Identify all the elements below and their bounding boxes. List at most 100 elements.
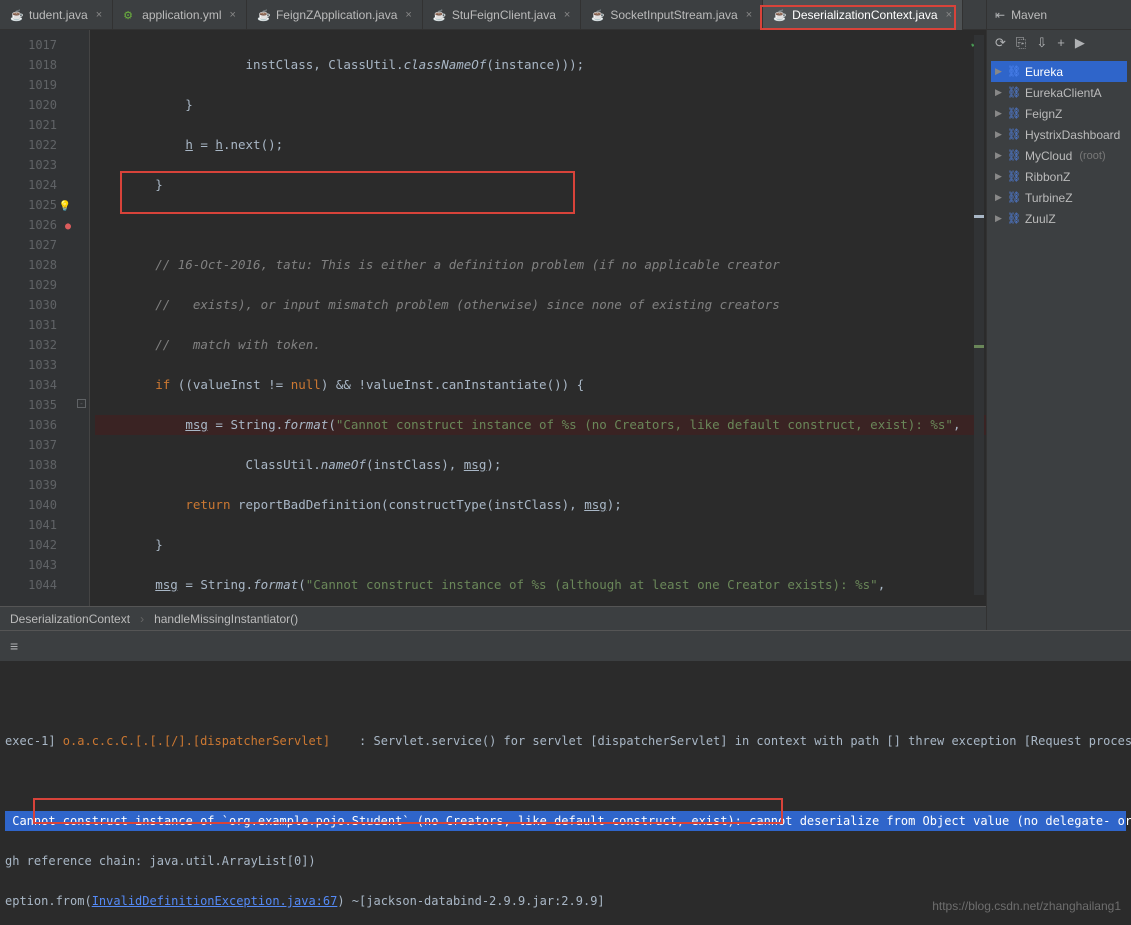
run-icon[interactable]: ▶ [1075, 35, 1085, 51]
line-number: 1031 [0, 315, 57, 335]
tree-item-turbinez[interactable]: ▶ ⛓ TurbineZ [991, 187, 1127, 208]
close-icon[interactable]: × [405, 9, 411, 21]
chevron-right-icon: ▶ [995, 129, 1003, 140]
close-icon[interactable]: × [230, 9, 236, 21]
console-panel: ≡ exec-1] o.a.c.c.C.[.[.[/].[dispatcherS… [0, 630, 1131, 925]
module-icon: ⛓ [1007, 128, 1021, 141]
tab-label: SocketInputStream.java [610, 8, 737, 22]
close-icon[interactable]: × [96, 9, 102, 21]
chevron-right-icon: › [140, 612, 144, 626]
tab-label: DeserializationContext.java [792, 8, 937, 22]
tab-socket-input-stream[interactable]: SocketInputStream.java × [581, 0, 763, 30]
tab-application-yml[interactable]: application.yml × [113, 0, 247, 30]
hide-icon[interactable]: ⇤ [995, 8, 1005, 22]
tree-item-ribbonz[interactable]: ▶⛓RibbonZ [991, 166, 1127, 187]
chevron-right-icon: ▶ [995, 66, 1003, 77]
module-icon: ⛓ [1007, 86, 1021, 99]
tab-feignz-application[interactable]: FeignZApplication.java × [247, 0, 423, 30]
module-icon: ⛓ [1007, 212, 1021, 225]
module-icon: ⛓ [1007, 65, 1021, 78]
panel-title: Maven [1011, 8, 1123, 22]
line-number: 1036 [0, 415, 57, 435]
tab-deserialization-context[interactable]: DeserializationContext.java × [763, 0, 963, 30]
tree-label: ZuulZ [1025, 212, 1056, 226]
line-number: 1027 [0, 235, 57, 255]
refresh-icon[interactable]: ⟳ [995, 35, 1006, 51]
line-number: 1021 [0, 115, 57, 135]
line-number: 1035 [0, 395, 57, 415]
close-icon[interactable]: × [746, 9, 752, 21]
line-number: 1038 [0, 455, 57, 475]
download-icon[interactable]: ⇩ [1036, 35, 1047, 51]
error-line: Cannot construct instance of `org.exampl… [5, 811, 1126, 831]
minimap[interactable] [974, 35, 984, 595]
fold-gutter: - [75, 30, 90, 606]
line-gutter: 1017 1018 1019 1020 1021 1022 1023 1024 … [0, 30, 75, 606]
chevron-right-icon: ▶ [995, 87, 1003, 98]
line-number: 1034 [0, 375, 57, 395]
breakpoint-icon[interactable]: ● [65, 217, 71, 237]
yml-icon [123, 8, 137, 22]
tab-stu-feign-client[interactable]: StuFeignClient.java × [423, 0, 582, 30]
tree-label: TurbineZ [1025, 191, 1073, 205]
menu-icon[interactable]: ≡ [10, 638, 18, 654]
tab-student[interactable]: tudent.java × [0, 0, 113, 30]
java-icon [591, 8, 605, 22]
tree-item-hystrix-dashboard[interactable]: ▶ ⛓ HystrixDashboard [991, 124, 1127, 145]
module-icon: ⛓ [1007, 191, 1021, 204]
tab-label: application.yml [142, 8, 221, 22]
tree-label: HystrixDashboard [1025, 128, 1120, 142]
java-icon [257, 8, 271, 22]
tree-item-feignz[interactable]: ▶ ⛓ FeignZ [991, 103, 1127, 124]
line-number: 1044 [0, 575, 57, 595]
maven-toolbar: ⟳ ⎘ ⇩ + ▶ [987, 30, 1131, 56]
line-number: 1022 [0, 135, 57, 155]
tab-label: StuFeignClient.java [452, 8, 556, 22]
breadcrumb-method[interactable]: handleMissingInstantiator() [154, 612, 298, 626]
tree-label: EurekaClientA [1025, 86, 1102, 100]
tree-label: RibbonZ [1025, 170, 1070, 184]
line-number: 1043 [0, 555, 57, 575]
close-icon[interactable]: × [946, 9, 952, 21]
add-icon[interactable]: + [1057, 35, 1065, 51]
code-editor[interactable]: instClass, ClassUtil.classNameOf(instanc… [90, 30, 986, 606]
breadcrumb: DeserializationContext › handleMissingIn… [0, 606, 986, 630]
line-number: 1039 [0, 475, 57, 495]
tree-item-zuulz[interactable]: ▶ ⛓ ZuulZ [991, 208, 1127, 229]
tree-label: Eureka [1025, 65, 1063, 79]
java-icon [10, 8, 24, 22]
module-icon: ⛓ [1007, 170, 1021, 183]
chevron-right-icon: ▶ [995, 213, 1003, 224]
tree-item-mycloud[interactable]: ▶⛓MyCloud(root) [991, 145, 1127, 166]
bulb-icon[interactable]: 💡 [59, 197, 71, 217]
tree-item-eureka-client-a[interactable]: ▶ ⛓ EurekaClientA [991, 82, 1127, 103]
console-output[interactable]: exec-1] o.a.c.c.C.[.[.[/].[dispatcherSer… [0, 661, 1131, 925]
line-number: 1029 [0, 275, 57, 295]
chevron-right-icon: ▶ [995, 192, 1003, 203]
fold-icon[interactable]: - [77, 399, 86, 408]
line-number: 1042 [0, 535, 57, 555]
line-number: 1025💡 [0, 195, 57, 215]
line-number: 1018 [0, 55, 57, 75]
tab-label: FeignZApplication.java [276, 8, 397, 22]
stack-link[interactable]: InvalidDefinitionException.java:67 [92, 894, 338, 908]
module-icon: ⛓ [1007, 107, 1021, 120]
tree-item-eureka[interactable]: ▶ ⛓ Eureka [991, 61, 1127, 82]
tree-label: MyCloud [1025, 149, 1072, 163]
close-icon[interactable]: × [564, 9, 570, 21]
line-number: 1037 [0, 435, 57, 455]
line-number: 1026● [0, 215, 57, 235]
line-number: 1020 [0, 95, 57, 115]
watermark: https://blog.csdn.net/zhanghailang1 [932, 899, 1121, 913]
line-number: 1032 [0, 335, 57, 355]
line-number: 1028 [0, 255, 57, 275]
chevron-right-icon: ▶ [995, 108, 1003, 119]
line-number: 1023 [0, 155, 57, 175]
line-number: 1041 [0, 515, 57, 535]
tab-label: tudent.java [29, 8, 88, 22]
breadcrumb-class[interactable]: DeserializationContext [10, 612, 130, 626]
java-icon [773, 8, 787, 22]
sources-icon[interactable]: ⎘ [1016, 35, 1026, 51]
chevron-right-icon: ▶ [995, 150, 1003, 161]
tree-label: FeignZ [1025, 107, 1062, 121]
